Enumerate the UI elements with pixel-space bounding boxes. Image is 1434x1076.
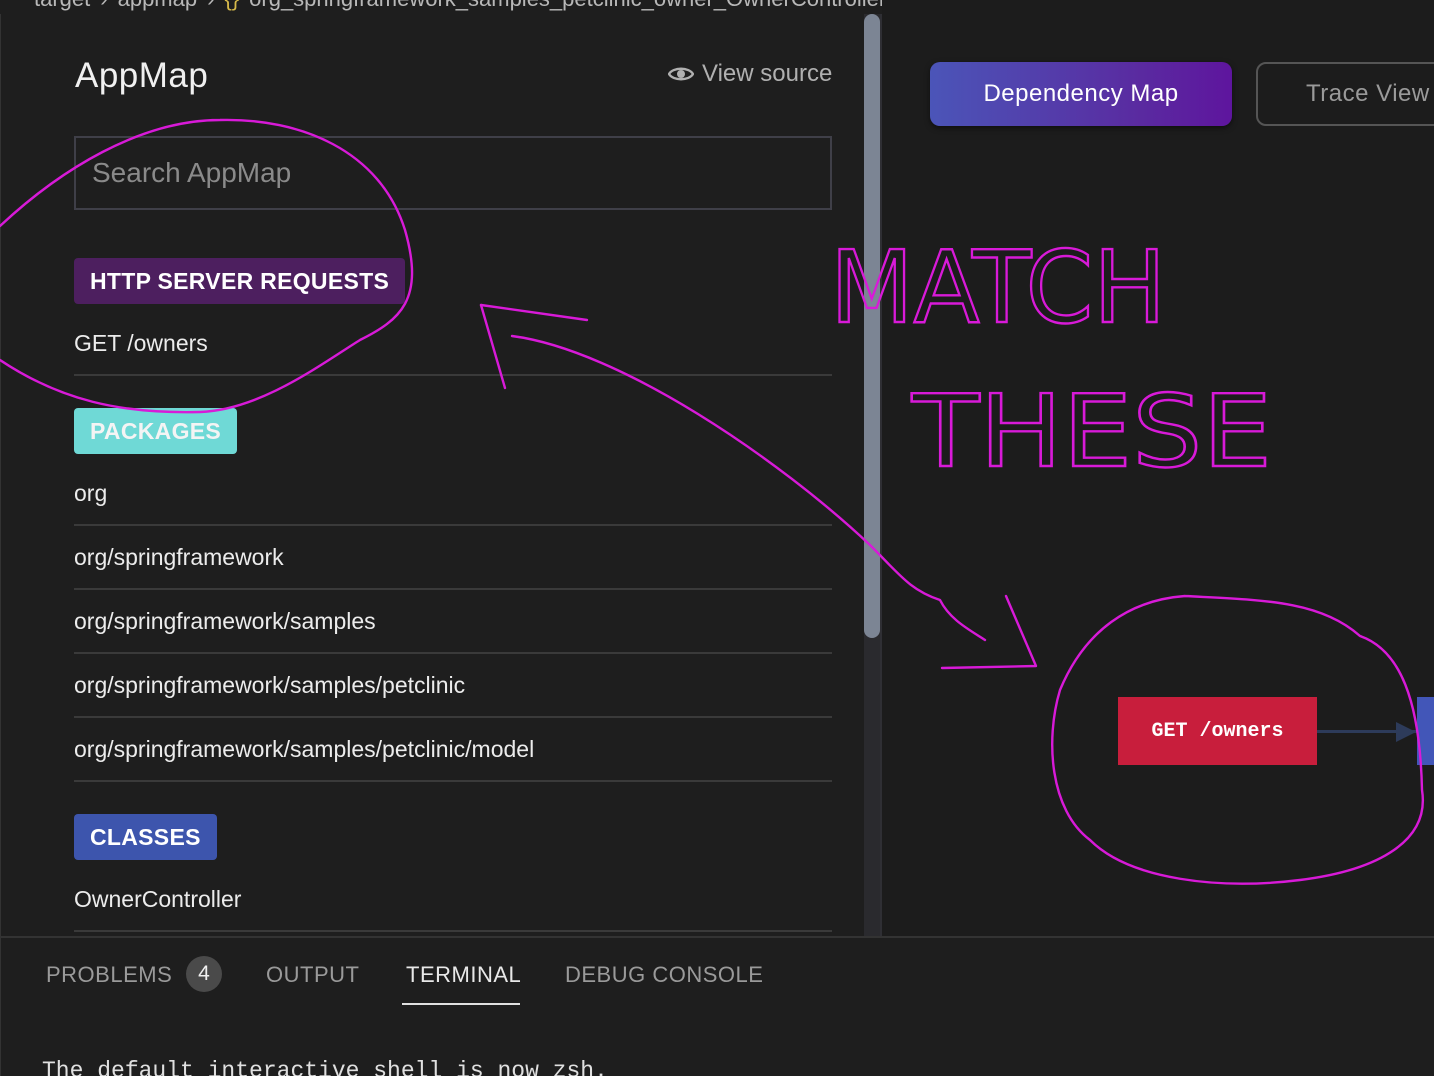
class-node[interactable]	[1417, 697, 1434, 765]
tab-problems[interactable]: PROBLEMS	[46, 960, 172, 990]
list-item-package[interactable]: org/springframework/samples	[74, 590, 832, 654]
view-source-link[interactable]: View source	[668, 60, 832, 88]
list-item-package[interactable]: org/springframework/samples/petclinic	[74, 654, 832, 718]
classes-badge: CLASSES	[74, 814, 217, 860]
sidebar-scrollbar-thumb[interactable]	[864, 14, 880, 638]
breadcrumb-separator-icon: ›	[207, 0, 214, 11]
list-item-package[interactable]: org/springframework	[74, 526, 832, 590]
active-tab-indicator	[402, 1003, 520, 1005]
problems-count-badge: 4	[186, 956, 222, 992]
http-request-node[interactable]: GET /owners	[1118, 697, 1317, 765]
list-item-class[interactable]: OwnerController	[74, 868, 832, 932]
trace-view-tab[interactable]: Trace View	[1256, 62, 1434, 126]
vscode-window: target›appmap›{}org_springframework_samp…	[0, 0, 1434, 1076]
http-server-requests-badge: HTTP SERVER REQUESTS	[74, 258, 406, 304]
tab-output[interactable]: OUTPUT	[266, 960, 359, 990]
tab-terminal[interactable]: TERMINAL	[406, 960, 521, 990]
breadcrumb-part-target[interactable]: target	[34, 0, 90, 11]
dependency-map-canvas[interactable]	[882, 0, 1434, 936]
appmap-title: AppMap	[75, 56, 209, 95]
view-source-label: View source	[702, 60, 833, 87]
list-item-package[interactable]: org/springframework/samples/petclinic/mo…	[74, 718, 832, 782]
breadcrumb-part-appmap[interactable]: appmap	[118, 0, 198, 11]
search-appmap-input[interactable]	[74, 136, 832, 210]
eye-icon	[668, 67, 694, 81]
packages-badge: PACKAGES	[74, 408, 238, 454]
list-item-package[interactable]: org	[74, 462, 832, 526]
list-item-get-owners[interactable]: GET /owners	[74, 312, 832, 376]
dependency-map-tab[interactable]: Dependency Map	[930, 62, 1232, 126]
arrow-head-icon	[1396, 722, 1416, 742]
terminal-output-line: The default interactive shell is now zsh…	[42, 1058, 608, 1076]
tab-debug-console[interactable]: DEBUG CONSOLE	[565, 960, 763, 990]
bottom-panel	[0, 936, 1434, 1076]
json-file-icon: {}	[224, 0, 239, 11]
breadcrumb-separator-icon: ›	[100, 0, 107, 11]
